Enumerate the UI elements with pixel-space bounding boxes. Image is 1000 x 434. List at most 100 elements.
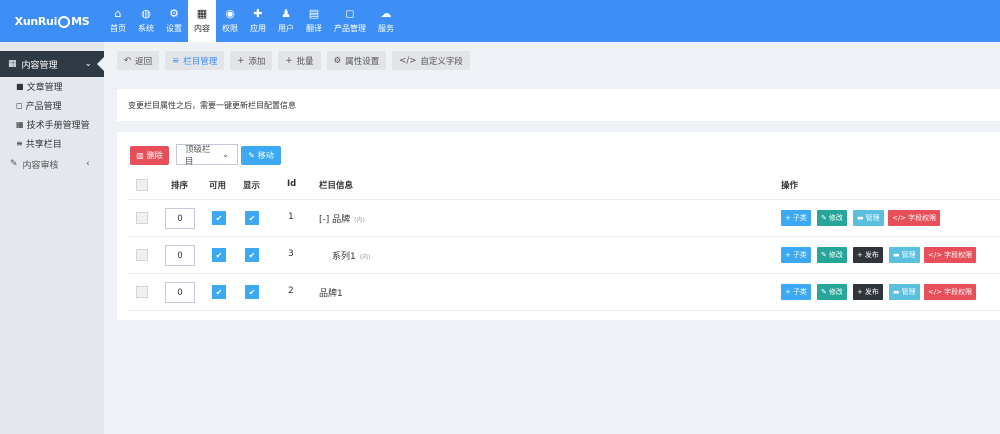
fields-label: 自定义字段 (420, 56, 463, 67)
usable-checkbox[interactable]: ✔ (212, 211, 226, 225)
add-button[interactable]: + 添加 (230, 51, 273, 70)
nav-item-3[interactable]: ▦ 内容 (188, 0, 216, 42)
child-button[interactable]: + 子类 (781, 284, 811, 300)
nav-item-6[interactable]: ♟ 用户 (272, 0, 300, 42)
nav-item-0[interactable]: ⌂ 首页 (104, 0, 132, 42)
reply-icon: ↶ (124, 55, 132, 66)
attr-settings-button[interactable]: ⚙ 属性设置 (326, 51, 387, 70)
custom-fields-button[interactable]: </> 自定义字段 (392, 51, 470, 70)
parent-column-select[interactable]: 顶级栏目 ⌄ (176, 144, 238, 167)
show-checkbox[interactable]: ✔ (245, 248, 259, 262)
notice-text: 变更栏目属性之后，需要一键更新栏目配置信息 (128, 100, 296, 110)
sort-input[interactable]: 0 (165, 282, 195, 303)
code-icon: </> (892, 214, 907, 222)
column-name[interactable]: 品牌1 (319, 289, 343, 299)
manage-button-label: 管理 (901, 251, 916, 259)
publish-button[interactable]: + 发布 (853, 247, 883, 263)
usable-checkbox[interactable]: ✔ (212, 285, 226, 299)
header-sort[interactable]: 排序 (171, 179, 188, 191)
field-permission-button-label: 字段权限 (944, 251, 973, 259)
columns-label: 栏目管理 (183, 56, 218, 67)
show-checkbox[interactable]: ✔ (245, 285, 259, 299)
delete-label: 删除 (146, 151, 163, 160)
select-all-checkbox[interactable] (136, 179, 148, 191)
column-type-tag: (内) (359, 254, 371, 261)
manage-button[interactable]: ▬ 管理 (889, 247, 920, 263)
table-icon: ▦ (16, 120, 24, 129)
publish-button[interactable]: + 发布 (853, 284, 883, 300)
sidebar-items: ■ 文章管理 ◻ 产品管理 ▦ 技术手册管理管 ≡ 共享栏目 (0, 77, 104, 153)
delete-button[interactable]: ▥ 删除 (130, 146, 169, 165)
nav-item-4[interactable]: ◉ 权限 (216, 0, 244, 42)
row-checkbox[interactable] (136, 249, 148, 261)
grid-icon: ▦ (196, 7, 208, 20)
column-table-panel: ▥ 删除 顶级栏目 ⌄ ✎ 移动 排序 可用 显示 Id 栏目信息 操作 0 ✔ ✔ 1 [-… (117, 132, 1000, 320)
row-checkbox[interactable] (136, 286, 148, 298)
sidebar-item-label: 文章管理 (26, 83, 63, 93)
manage-button-label: 管理 (901, 288, 916, 296)
plus-icon: + (857, 251, 863, 259)
logo[interactable]: XunRui MS (0, 0, 104, 42)
bag-icon: ◻ (345, 7, 355, 20)
sidebar-header-label: 内容管理 (21, 60, 58, 71)
sort-input[interactable]: 0 (165, 245, 195, 266)
edit-button-label: 修改 (828, 288, 843, 296)
edit-button[interactable]: ✎ 修改 (817, 210, 847, 226)
edit-icon: ✎ (248, 151, 255, 160)
sidebar-item-2[interactable]: ▦ 技术手册管理管 (0, 115, 104, 134)
usable-checkbox[interactable]: ✔ (212, 248, 226, 262)
nav-label: 首页 (110, 24, 126, 33)
child-button[interactable]: + 子类 (781, 210, 811, 226)
list-icon: ▬ (893, 251, 900, 259)
field-permission-button[interactable]: </> 字段权限 (924, 284, 977, 300)
nav-label: 设置 (166, 24, 182, 33)
nav-label: 权限 (222, 24, 238, 33)
nav-item-9[interactable]: ☁ 服务 (372, 0, 400, 42)
move-button[interactable]: ✎ 移动 (241, 146, 281, 165)
sidebar-item-0[interactable]: ■ 文章管理 (0, 77, 104, 96)
manage-button[interactable]: ▬ 管理 (889, 284, 920, 300)
sidebar-header-content-management[interactable]: ▦ 内容管理 ⌄ (0, 51, 104, 77)
column-name[interactable]: 系列1 (332, 252, 356, 262)
row-divider (127, 273, 1000, 274)
field-permission-button[interactable]: </> 字段权限 (924, 247, 977, 263)
nav-item-2[interactable]: ⚙ 设置 (160, 0, 188, 42)
sidebar-item-1[interactable]: ◻ 产品管理 (0, 96, 104, 115)
check-icon: ✔ (215, 287, 223, 297)
nav-label: 翻译 (306, 24, 322, 33)
header-id: Id (287, 179, 297, 189)
sidebar-item-3[interactable]: ≡ 共享栏目 (0, 134, 104, 153)
edit-button-label: 修改 (828, 251, 843, 259)
edit-button[interactable]: ✎ 修改 (817, 284, 847, 300)
child-button[interactable]: + 子类 (781, 247, 811, 263)
home-icon: ⌂ (114, 7, 122, 20)
sidebar-item-content-review[interactable]: ✎ 内容审核 ‹ (0, 153, 104, 175)
nav-item-8[interactable]: ◻ 产品管理 (328, 0, 372, 42)
publish-button-label: 发布 (864, 251, 879, 259)
batch-button[interactable]: + 批量 (278, 51, 321, 70)
show-checkbox[interactable]: ✔ (245, 211, 259, 225)
manage-button[interactable]: ▬ 管理 (853, 210, 884, 226)
check-icon: ✔ (248, 250, 256, 260)
nav-item-5[interactable]: ✚ 应用 (244, 0, 272, 42)
batch-label: 批量 (296, 56, 314, 67)
row-divider (127, 199, 1000, 200)
columns-button[interactable]: ≡ 栏目管理 (165, 51, 225, 70)
field-permission-button[interactable]: </> 字段权限 (888, 210, 941, 226)
top-navbar: XunRui MS ⌂ 首页 ◍ 系统 ⚙ 设置 ▦ 内容 ◉ 权限 ✚ 应用 ♟ 用户 ▤ 翻译 ◻ 产品管理 ☁ 服… (0, 0, 1000, 42)
edit-button-label: 修改 (828, 214, 843, 222)
column-name[interactable]: [-] 品牌 (319, 215, 350, 225)
row-column-info: [-] 品牌 (内) (319, 212, 365, 225)
row-checkbox[interactable] (136, 212, 148, 224)
row-divider (127, 236, 1000, 237)
edit-button[interactable]: ✎ 修改 (817, 247, 847, 263)
sort-input[interactable]: 0 (165, 208, 195, 229)
back-button[interactable]: ↶ 返回 (117, 51, 160, 70)
nav-item-7[interactable]: ▤ 翻译 (300, 0, 328, 42)
nav-item-1[interactable]: ◍ 系统 (132, 0, 160, 42)
check-icon: ✔ (215, 250, 223, 260)
column-type-tag: (内) (354, 217, 365, 224)
edit-icon: ✎ (10, 159, 18, 169)
gear-icon: ⚙ (333, 55, 342, 66)
nav-label: 产品管理 (334, 24, 366, 33)
